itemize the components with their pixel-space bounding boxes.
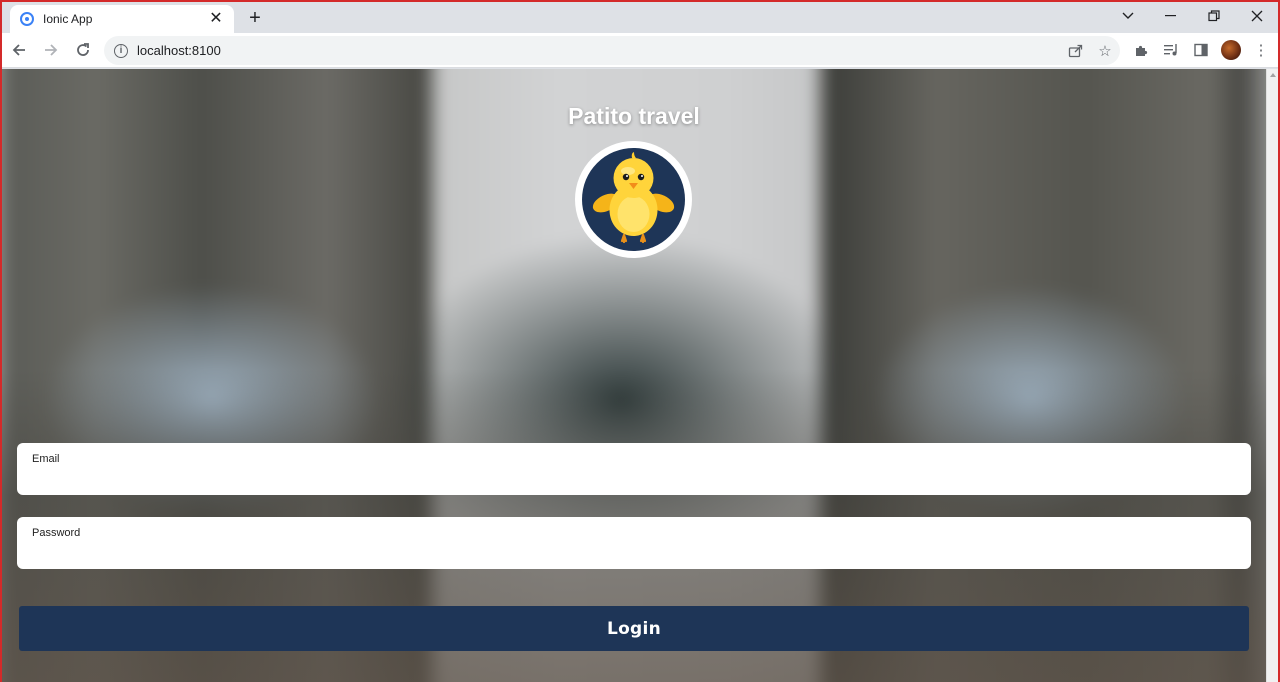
scroll-up-arrow-icon[interactable] [1270,73,1276,77]
minimize-button[interactable] [1149,2,1192,30]
browser-toolbar: i localhost:8100 ☆ ⋮ [2,33,1278,68]
extensions-puzzle-icon[interactable] [1126,35,1156,65]
email-field[interactable]: Email [17,443,1251,495]
share-icon[interactable] [1060,37,1090,65]
email-input[interactable] [32,470,1232,490]
forward-button[interactable] [36,35,66,65]
side-panel-icon[interactable] [1186,35,1216,65]
restore-button[interactable] [1192,2,1235,30]
browser-window: Ionic App ✕ + i localhost:8100 ☆ ⋮ Patit… [0,0,1280,682]
new-tab-button[interactable]: + [244,7,266,29]
tab-close-icon[interactable]: ✕ [208,11,224,27]
password-label: Password [32,527,81,539]
page-content: Patito travel Email Password Login [2,69,1278,682]
browser-menu-icon[interactable]: ⋮ [1246,35,1276,65]
close-window-button[interactable] [1235,2,1278,30]
page-scrollbar[interactable] [1266,69,1278,682]
tab-search-chevron-icon[interactable] [1106,2,1149,30]
email-label: Email [32,453,60,465]
login-button[interactable]: Login [19,606,1249,651]
ionic-favicon-icon [20,12,34,26]
toolbar-right: ⋮ [1126,35,1276,65]
media-controls-icon[interactable] [1156,35,1186,65]
tab-title: Ionic App [43,12,93,26]
page-title: Patito travel [568,103,700,129]
window-controls [1106,2,1278,32]
bookmark-star-icon[interactable]: ☆ [1090,37,1120,65]
reload-button[interactable] [68,35,98,65]
avatar [1221,40,1241,60]
app-logo [575,141,692,258]
chick-logo-icon [582,148,685,251]
back-button[interactable] [4,35,34,65]
password-input[interactable] [32,544,1232,564]
profile-avatar[interactable] [1216,35,1246,65]
address-url[interactable]: localhost:8100 [137,43,1060,58]
tab-ionic-app[interactable]: Ionic App ✕ [10,5,234,33]
tab-strip: Ionic App ✕ + [2,2,1278,33]
site-info-icon[interactable]: i [114,43,128,58]
password-field[interactable]: Password [17,517,1251,569]
address-bar[interactable]: i localhost:8100 ☆ [104,36,1120,65]
